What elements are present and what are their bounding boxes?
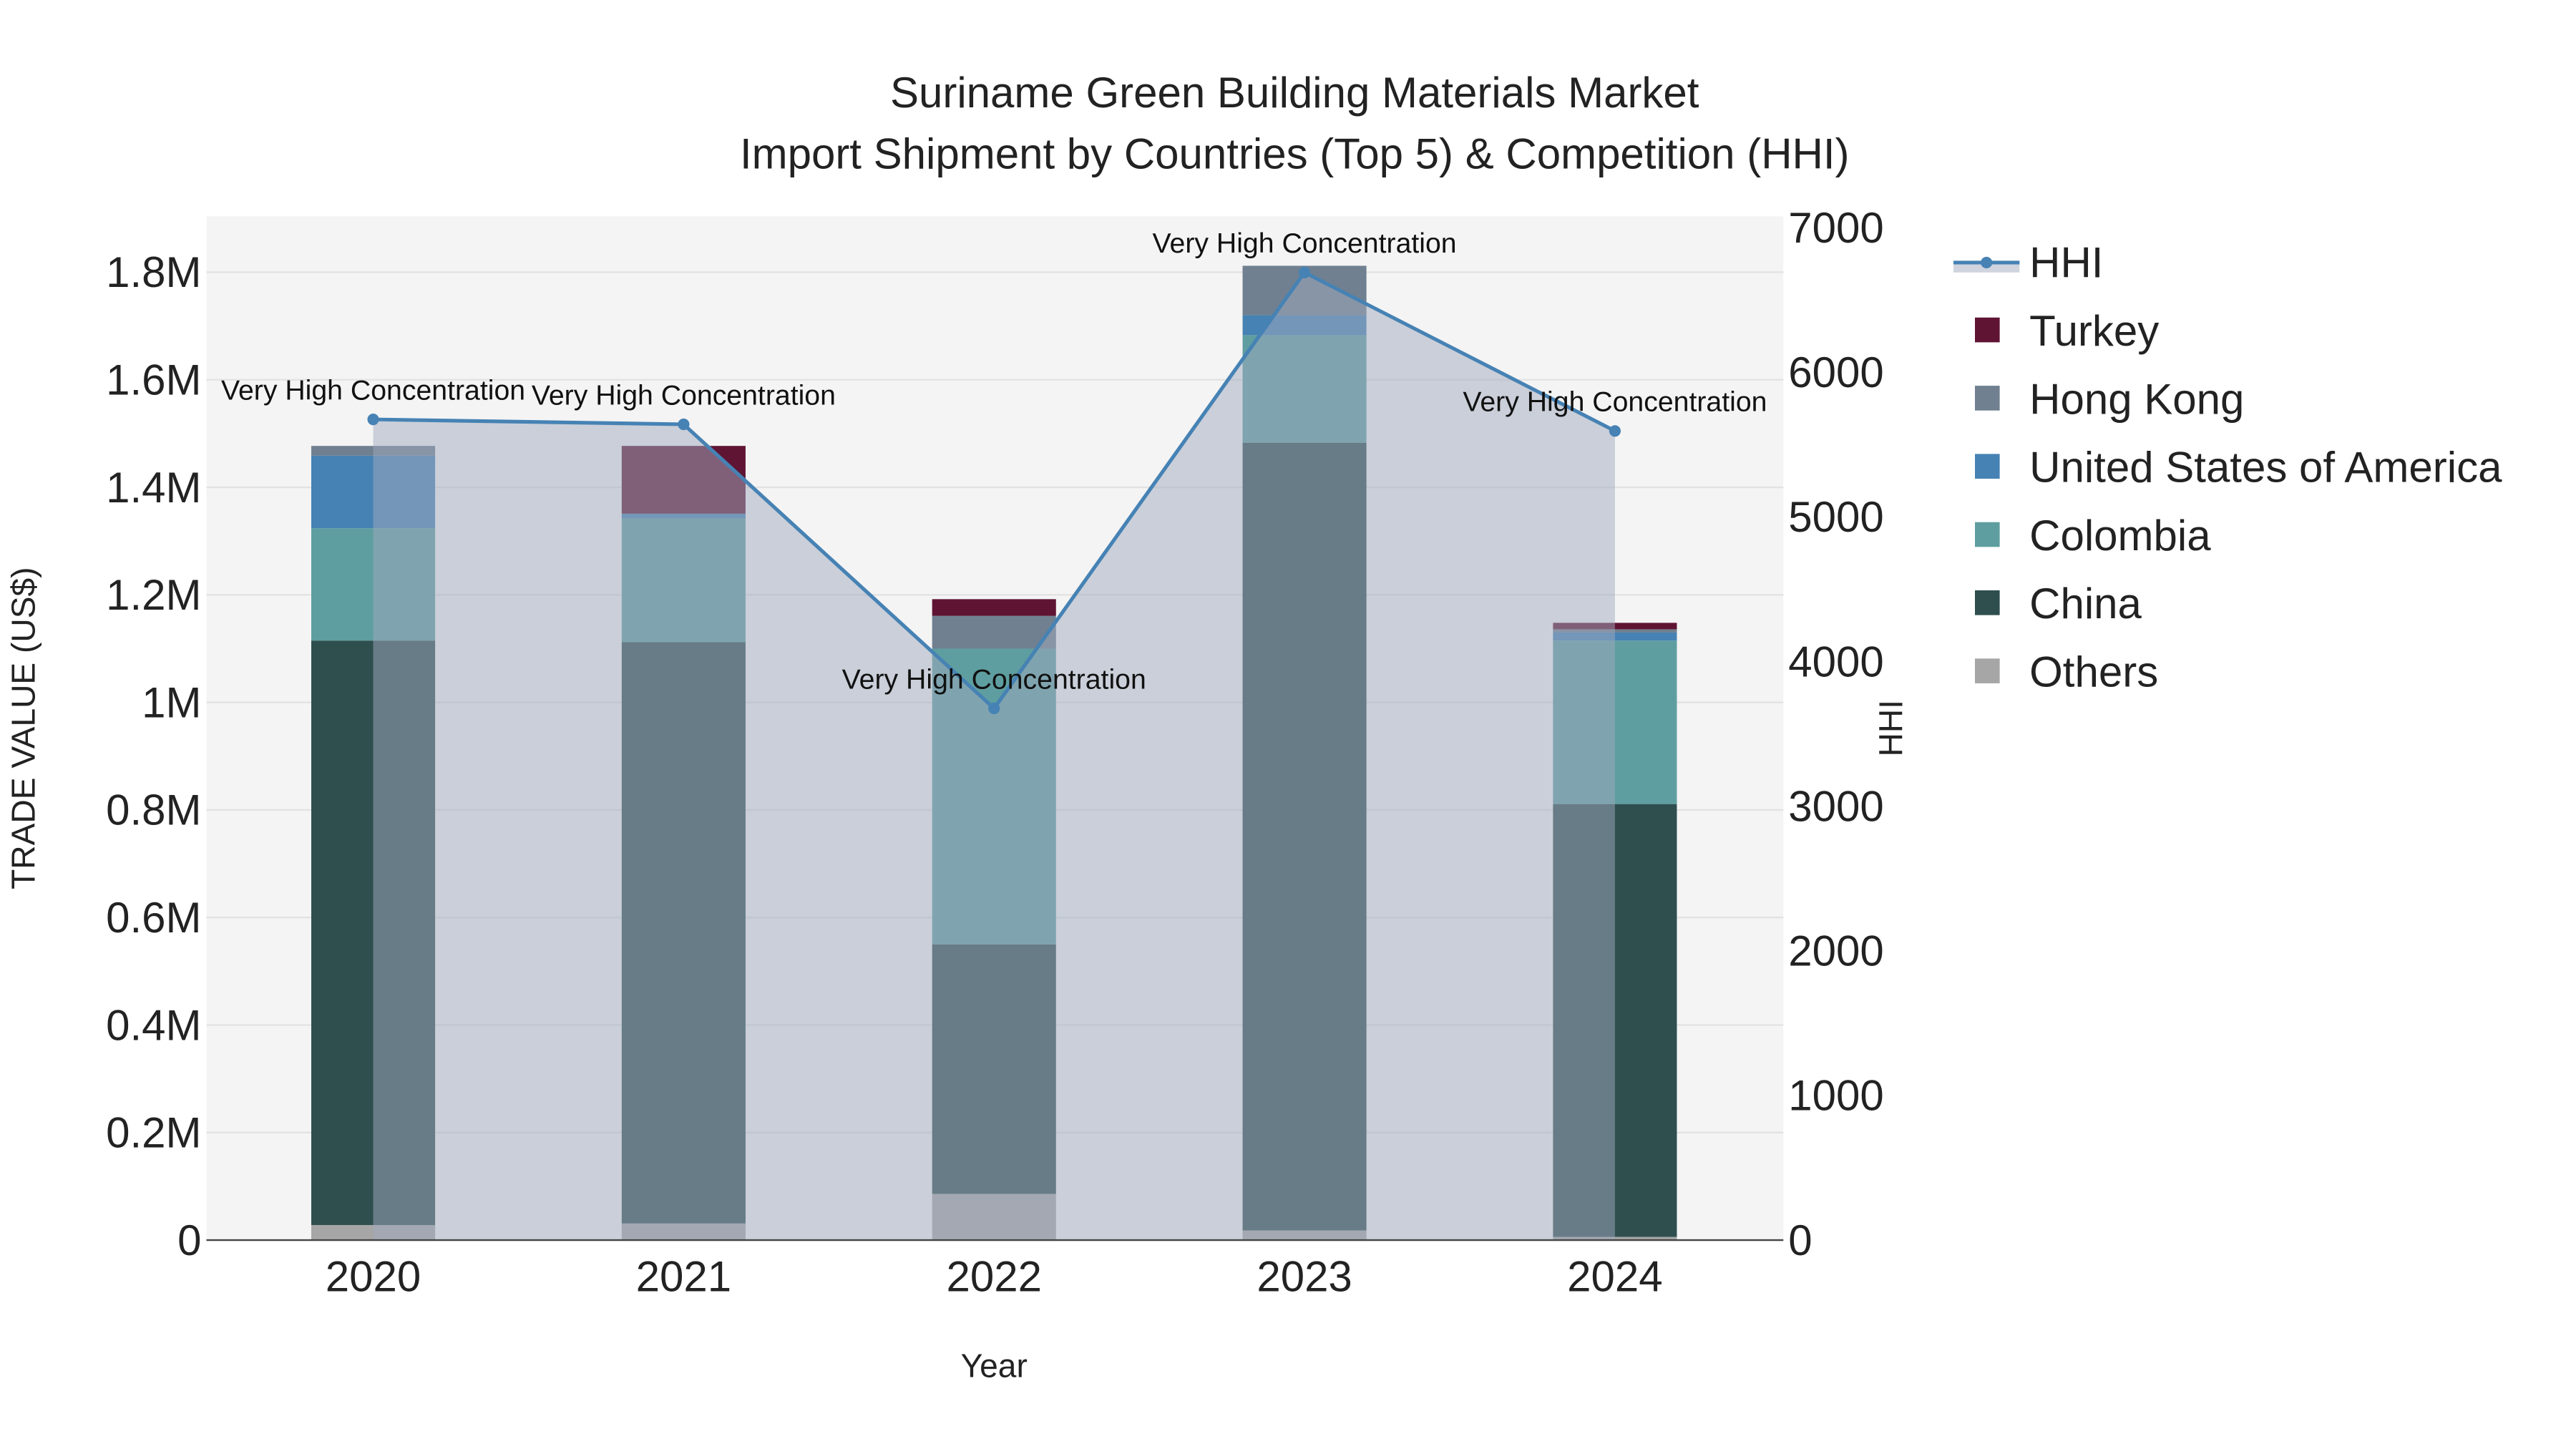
y2-tick-label: 2000 (1788, 927, 1883, 975)
legend-swatch-hong-kong (1975, 386, 2000, 411)
y-tick-label: 0.6M (106, 894, 201, 942)
hhi-annotation: Very High Concentration (532, 379, 836, 411)
y2-tick-label: 1000 (1788, 1072, 1883, 1120)
legend-label: Others (2029, 648, 2158, 696)
bar-hong-kong-2022 (932, 615, 1056, 649)
legend-swatch-colombia (1975, 522, 2000, 547)
legend-label: Colombia (2029, 512, 2211, 560)
y-tick-label: 0.2M (106, 1109, 201, 1157)
y-tick-label: 0.8M (106, 786, 201, 834)
y-tick-label: 1.6M (106, 356, 201, 404)
hhi-annotation: Very High Concentration (1153, 228, 1457, 259)
y2-tick-label: 3000 (1788, 782, 1883, 830)
x-tick-label: 2021 (636, 1253, 731, 1301)
hhi-annotation: Very High Concentration (1463, 386, 1767, 418)
legend-label: China (2029, 580, 2142, 628)
x-tick-label: 2023 (1257, 1253, 1352, 1301)
hhi-point-2023 (1299, 266, 1311, 278)
bar-turkey-2022 (932, 599, 1056, 616)
x-tick-label: 2020 (326, 1253, 421, 1301)
legend-swatch-others (1975, 658, 2000, 683)
hhi-annotation: Very High Concentration (842, 663, 1146, 695)
y2-tick-label: 4000 (1788, 638, 1883, 686)
y2-tick-label: 7000 (1788, 204, 1883, 252)
x-tick-label: 2022 (946, 1253, 1041, 1301)
hhi-annotation: Very High Concentration (221, 374, 525, 406)
y2-tick-label: 5000 (1788, 493, 1883, 541)
hhi-point-2024 (1609, 425, 1621, 437)
chart-title: Suriname Green Building Materials Market (890, 69, 1699, 117)
hhi-point-2022 (988, 702, 1000, 715)
y-tick-label: 1.2M (106, 571, 201, 619)
y2-axis-title: HHI (1872, 700, 1909, 756)
y-tick-label: 0 (177, 1216, 201, 1264)
legend-swatch-china (1975, 590, 2000, 615)
chart: Very High Concentration Very High Concent… (4, 69, 2502, 1385)
y-axis-title: TRADE VALUE (US$) (4, 567, 42, 889)
legend-swatch-united-states-of-america (1975, 454, 2000, 479)
legend-hhi-marker (1981, 256, 1993, 268)
chart-subtitle: Import Shipment by Countries (Top 5) & C… (740, 130, 1850, 177)
y-tick-label: 1M (142, 678, 201, 726)
y2-tick-label: 0 (1788, 1216, 1812, 1264)
legend-label: HHI (2029, 239, 2103, 287)
legend-swatch-turkey (1975, 317, 2000, 343)
y-tick-label: 1.4M (106, 464, 201, 512)
legend: HHI Turkey Hong Kong United States of Ameri… (1953, 239, 2502, 696)
x-axis-title: Year (961, 1347, 1028, 1385)
y-tick-label: 0.4M (106, 1001, 201, 1049)
legend-label: Turkey (2029, 307, 2159, 355)
legend-label: United States of America (2029, 444, 2502, 492)
x-tick-label: 2024 (1567, 1253, 1662, 1301)
legend-label: Hong Kong (2029, 375, 2244, 423)
y2-tick-label: 6000 (1788, 348, 1883, 396)
hhi-point-2020 (367, 414, 379, 426)
hhi-point-2021 (678, 418, 690, 431)
y-tick-label: 1.8M (106, 248, 201, 296)
